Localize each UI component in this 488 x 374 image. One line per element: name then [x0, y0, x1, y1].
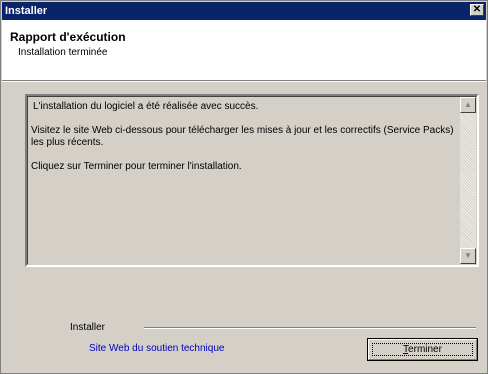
- installer-group-label: Installer: [70, 322, 106, 333]
- scroll-up-button[interactable]: ▲: [460, 97, 476, 113]
- installer-window: Installer ✕ Rapport d'exécution Installa…: [0, 0, 488, 374]
- header-divider-highlight: [2, 81, 486, 82]
- finish-button-bevel: Terminer: [368, 339, 477, 360]
- title-bar[interactable]: Installer ✕: [2, 2, 486, 20]
- report-textbox[interactable]: L'installation du logiciel a été réalisé…: [25, 94, 479, 267]
- page-subtitle: Installation terminée: [18, 47, 108, 58]
- report-line: L'installation du logiciel a été réalisé…: [33, 101, 259, 112]
- finish-label-rest: erminer: [408, 344, 442, 355]
- close-icon: ✕: [472, 4, 482, 15]
- report-textbox-inner: L'installation du logiciel a été réalisé…: [27, 96, 477, 265]
- header-panel: Rapport d'exécution Installation terminé…: [2, 20, 486, 80]
- group-divider-highlight: [144, 328, 476, 329]
- report-text: L'installation du logiciel a été réalisé…: [31, 101, 457, 185]
- arrow-down-icon: ▼: [464, 251, 472, 260]
- page-title: Rapport d'exécution: [10, 30, 126, 44]
- scroll-down-button[interactable]: ▼: [460, 248, 476, 264]
- arrow-up-icon: ▲: [464, 100, 472, 109]
- window-title: Installer: [5, 5, 48, 17]
- report-line: Visitez le site Web ci-dessous pour télé…: [31, 125, 454, 148]
- report-line: Cliquez sur Terminer pour terminer l'ins…: [31, 161, 242, 172]
- vertical-scrollbar[interactable]: ▲ ▼: [460, 97, 476, 264]
- finish-button[interactable]: Terminer: [367, 338, 478, 361]
- close-button[interactable]: ✕: [470, 4, 484, 16]
- finish-button-label: Terminer: [369, 344, 476, 355]
- support-website-link[interactable]: Site Web du soutien technique: [89, 343, 224, 354]
